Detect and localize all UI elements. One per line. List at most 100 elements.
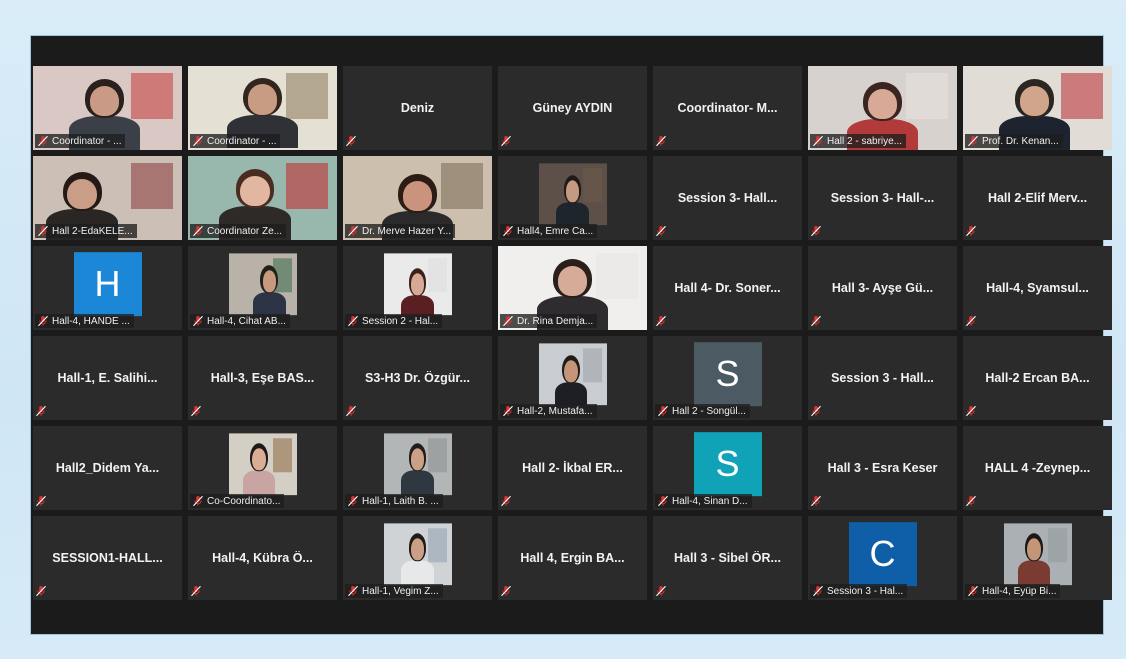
participant-tile[interactable]: Hall4, Emre Ca... (498, 156, 647, 240)
participant-tile[interactable]: Hall 2- İkbal ER... (498, 426, 647, 510)
participant-photo (383, 523, 452, 586)
participant-tile[interactable]: Coordinator - ... (33, 66, 182, 150)
participant-tile[interactable]: S Hall-4, Sinan D... (653, 426, 802, 510)
participant-avatar: H (73, 252, 142, 317)
participant-tile[interactable]: Dr. Merve Hazer Y... (343, 156, 492, 240)
participant-name: Hall 3 - Sibel ÖR... (674, 551, 781, 565)
participant-name-label: Hall-4, Eyüp Bi... (965, 584, 1061, 598)
participant-name-label: Hall 2 - Songül... (655, 404, 750, 418)
mic-muted-icon (348, 585, 358, 597)
mic-muted-icon (503, 405, 513, 417)
video-conference-window: Coordinator - ... Coordinator - ... Deniz G… (31, 36, 1112, 634)
participant-tile[interactable]: Session 3- Hall... (653, 156, 802, 240)
participant-name: Hall-4, Kübra Ö... (212, 551, 313, 565)
participant-tile[interactable]: Hall 2-Elif Merv... (963, 156, 1112, 240)
participant-name: Session 3- Hall... (677, 191, 778, 205)
participant-tile[interactable]: H Hall-4, HANDE ... (33, 246, 182, 330)
participant-tile[interactable]: Coordinator- M... (653, 66, 802, 150)
participant-tile[interactable]: Hall-1, Vegim Z... (343, 516, 492, 600)
participant-name-label: Hall-4, Sinan D... (655, 494, 752, 508)
participant-tile[interactable]: Hall2_Didem Ya... (33, 426, 182, 510)
participant-name: Hall-2 Ercan BA... (985, 371, 1090, 385)
participant-name: Hall 3 - Esra Keser (827, 461, 938, 475)
mic-muted-icon (811, 495, 821, 507)
mic-muted-icon (36, 495, 46, 507)
mic-muted-icon (348, 225, 358, 237)
participant-tile[interactable]: S3-H3 Dr. Özgür... (343, 336, 492, 420)
participant-tile[interactable]: Hall 3 - Sibel ÖR... (653, 516, 802, 600)
mic-muted-icon (501, 495, 511, 507)
participant-name: Hall-1, Laith B. ... (362, 495, 439, 507)
participant-tile[interactable]: Co-Coordinato... (188, 426, 337, 510)
mic-muted-icon (966, 225, 976, 237)
participant-tile[interactable]: Session 3 - Hall... (808, 336, 957, 420)
participant-tile[interactable]: Hall-3, Eşe BAS... (188, 336, 337, 420)
participant-tile[interactable]: Hall 4, Ergin BA... (498, 516, 647, 600)
mic-muted-icon (38, 315, 48, 327)
participant-name-label: Coordinator - ... (190, 134, 281, 148)
mic-muted-icon (348, 495, 358, 507)
participant-name: Session 3 - Hal... (827, 585, 904, 597)
participant-tile[interactable]: Güney AYDIN (498, 66, 647, 150)
participant-tile[interactable]: C Session 3 - Hal... (808, 516, 957, 600)
participant-name: Hall 4, Ergin BA... (520, 551, 625, 565)
participant-name: Hall 2 - Songül... (672, 405, 746, 417)
participant-tile[interactable]: Hall-4, Eyüp Bi... (963, 516, 1112, 600)
participant-tile[interactable]: HALL 4 -Zeynep... (963, 426, 1112, 510)
participant-tile[interactable]: Hall-2 Ercan BA... (963, 336, 1112, 420)
participant-tile[interactable]: Coordinator Ze... (188, 156, 337, 240)
mic-muted-icon (656, 315, 666, 327)
participant-name: Coordinator - ... (52, 135, 122, 147)
participant-tile[interactable]: SESSION1-HALL... (33, 516, 182, 600)
participant-photo (228, 433, 297, 496)
participant-tile[interactable]: Deniz (343, 66, 492, 150)
participant-name: Hall 4- Dr. Soner... (674, 281, 781, 295)
mic-muted-icon (968, 135, 978, 147)
mic-muted-icon (658, 495, 668, 507)
participant-tile[interactable]: Prof. Dr. Kenan... (963, 66, 1112, 150)
mic-muted-icon (36, 585, 46, 597)
participant-tile[interactable]: Session 2 - Hal... (343, 246, 492, 330)
participant-name: Coordinator - ... (207, 135, 277, 147)
participant-name-label: Co-Coordinato... (190, 494, 285, 508)
mic-muted-icon (656, 585, 666, 597)
mic-muted-icon (193, 225, 203, 237)
participant-tile[interactable]: Dr. Rina Demja... (498, 246, 647, 330)
participant-photo (538, 163, 607, 226)
participant-tile[interactable]: Hall-2, Mustafa... (498, 336, 647, 420)
participant-photo (538, 343, 607, 406)
participant-tile[interactable]: Hall 3- Ayşe Gü... (808, 246, 957, 330)
participant-name-label: Session 2 - Hal... (345, 314, 443, 328)
participant-tile[interactable]: Hall 2 - sabriye... (808, 66, 957, 150)
participant-photo (228, 253, 297, 316)
participant-tile[interactable]: Coordinator - ... (188, 66, 337, 150)
mic-muted-icon (658, 405, 668, 417)
participant-tile[interactable]: Hall-1, Laith B. ... (343, 426, 492, 510)
participant-tile[interactable]: Hall 3 - Esra Keser (808, 426, 957, 510)
participant-tile[interactable]: Session 3- Hall-... (808, 156, 957, 240)
participant-name: Hall 2- İkbal ER... (522, 461, 623, 475)
participant-tile[interactable]: Hall 2-EdaKELE... (33, 156, 182, 240)
participant-tile[interactable]: S Hall 2 - Songül... (653, 336, 802, 420)
participant-name: Hall 2 - sabriye... (827, 135, 903, 147)
participant-name: Co-Coordinato... (207, 495, 281, 507)
mic-muted-icon (501, 585, 511, 597)
mic-muted-icon (968, 585, 978, 597)
mic-muted-icon (813, 135, 823, 147)
mic-muted-icon (348, 315, 358, 327)
participant-name: Hall-4, HANDE ... (52, 315, 130, 327)
participant-tile[interactable]: Hall 4- Dr. Soner... (653, 246, 802, 330)
mic-muted-icon (346, 135, 356, 147)
participant-name-label: Prof. Dr. Kenan... (965, 134, 1063, 148)
participant-name: Hall 2-EdaKELE... (52, 225, 133, 237)
mic-muted-icon (193, 135, 203, 147)
participant-name-label: Hall-1, Laith B. ... (345, 494, 443, 508)
participant-tile[interactable]: Hall-1, E. Salihi... (33, 336, 182, 420)
participant-gallery-grid: Coordinator - ... Coordinator - ... Deniz G… (33, 66, 1112, 606)
participant-photo (383, 433, 452, 496)
participant-tile[interactable]: Hall-4, Kübra Ö... (188, 516, 337, 600)
participant-tile[interactable]: Hall-4, Cihat AB... (188, 246, 337, 330)
participant-tile[interactable]: Hall-4, Syamsul... (963, 246, 1112, 330)
participant-name-label: Hall 2-EdaKELE... (35, 224, 137, 238)
mic-muted-icon (811, 405, 821, 417)
